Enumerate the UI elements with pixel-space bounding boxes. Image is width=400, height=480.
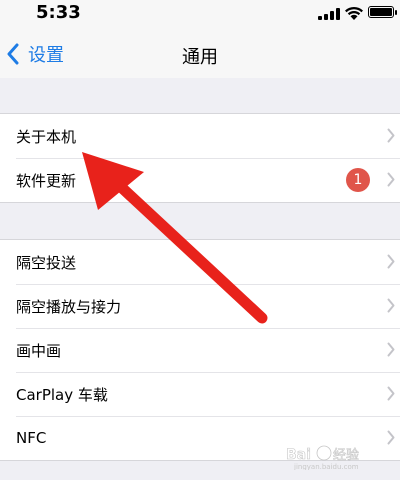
list-item-label: 关于本机 (16, 127, 77, 146)
chevron-right-icon (387, 172, 395, 187)
svg-text:jingyan.baidu.com: jingyan.baidu.com (293, 463, 359, 470)
baidu-jingyan-watermark-logo: Bai 经验 jingyan.baidu.com (286, 442, 396, 471)
settings-group-2: 隔空投送 隔空播放与接力 画中画 CarPlay 车载 NFC (0, 239, 400, 461)
list-item-label: 隔空播放与接力 (16, 297, 122, 316)
list-item-about[interactable]: 关于本机 (0, 114, 400, 158)
page-title: 通用 (182, 47, 218, 68)
battery-icon (368, 6, 397, 18)
status-bar: 5:33 (0, 0, 400, 30)
navigation-bar: 设置 通用 (0, 30, 400, 78)
list-item-label: 画中画 (16, 341, 62, 360)
list-item-airdrop[interactable]: 隔空投送 (0, 240, 400, 284)
list-item-software-update[interactable]: 软件更新 1 (0, 158, 400, 202)
status-time: 5:33 (36, 2, 81, 23)
cellular-signal-icon (318, 8, 340, 20)
notification-badge: 1 (346, 168, 370, 192)
wifi-icon (345, 6, 363, 20)
svg-text:经验: 经验 (333, 447, 359, 463)
chevron-right-icon (387, 254, 395, 269)
list-item-label: 隔空投送 (16, 253, 77, 272)
list-item-airplay-handoff[interactable]: 隔空播放与接力 (0, 284, 400, 328)
settings-group-1: 关于本机 软件更新 1 (0, 113, 400, 203)
baidu-logo-icon: Bai 经验 jingyan.baidu.com (286, 445, 359, 471)
list-item-label: NFC (16, 429, 47, 447)
svg-text:Bai: Bai (286, 447, 311, 463)
list-item-picture-in-picture[interactable]: 画中画 (0, 328, 400, 372)
chevron-right-icon (387, 386, 395, 401)
list-item-label: CarPlay 车载 (16, 385, 108, 404)
list-item-label: 软件更新 (16, 171, 77, 190)
list-item-carplay[interactable]: CarPlay 车载 (0, 372, 400, 416)
chevron-right-icon (387, 342, 395, 357)
chevron-right-icon (387, 298, 395, 313)
chevron-right-icon (387, 128, 395, 143)
